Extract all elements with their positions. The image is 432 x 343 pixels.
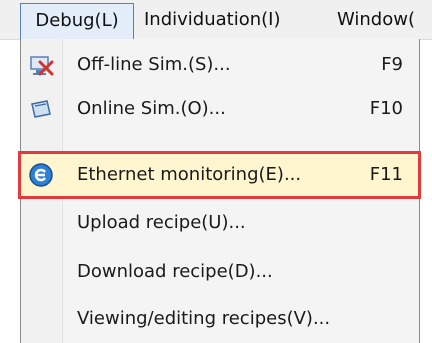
menu-debug[interactable]: Debug(L) — [20, 3, 134, 40]
menu-item-label: Ethernet monitoring(E)... — [77, 164, 302, 185]
menu-item-label: Upload recipe(U)... — [77, 212, 246, 233]
debug-dropdown-menu: Off-line Sim.(S)... F9 Online Sim.(O)...… — [18, 39, 421, 343]
menu-item-offline-sim[interactable]: Off-line Sim.(S)... F9 — [21, 43, 419, 87]
menu-window[interactable]: Window( — [337, 0, 415, 40]
menu-item-shortcut: F10 — [369, 98, 403, 119]
menu-individuation[interactable]: Individuation(I) — [144, 0, 281, 40]
menu-item-view-edit-recipes[interactable]: Viewing/editing recipes(V)... — [21, 297, 419, 341]
menu-bar: Debug(L) Individuation(I) Window( — [0, 0, 432, 40]
app-window: Debug(L) Individuation(I) Window( Off-li… — [0, 0, 432, 343]
online-sim-icon — [28, 96, 54, 122]
menu-item-label: Download recipe(D)... — [77, 261, 273, 282]
menu-item-shortcut: F9 — [381, 54, 403, 75]
menu-item-label: Off-line Sim.(S)... — [77, 54, 231, 75]
menu-item-ethernet-monitoring[interactable]: Ethernet monitoring(E)... F11 — [18, 151, 421, 199]
menu-item-upload-recipe[interactable]: Upload recipe(U)... — [21, 201, 419, 245]
menu-item-label: Viewing/editing recipes(V)... — [77, 308, 331, 329]
menu-item-download-recipe[interactable]: Download recipe(D)... — [21, 250, 419, 294]
ethernet-monitoring-icon — [28, 162, 54, 188]
menu-item-label: Online Sim.(O)... — [77, 98, 226, 119]
menu-item-online-sim[interactable]: Online Sim.(O)... F10 — [21, 87, 419, 131]
menu-item-shortcut: F11 — [369, 164, 403, 185]
offline-sim-icon — [28, 52, 54, 78]
